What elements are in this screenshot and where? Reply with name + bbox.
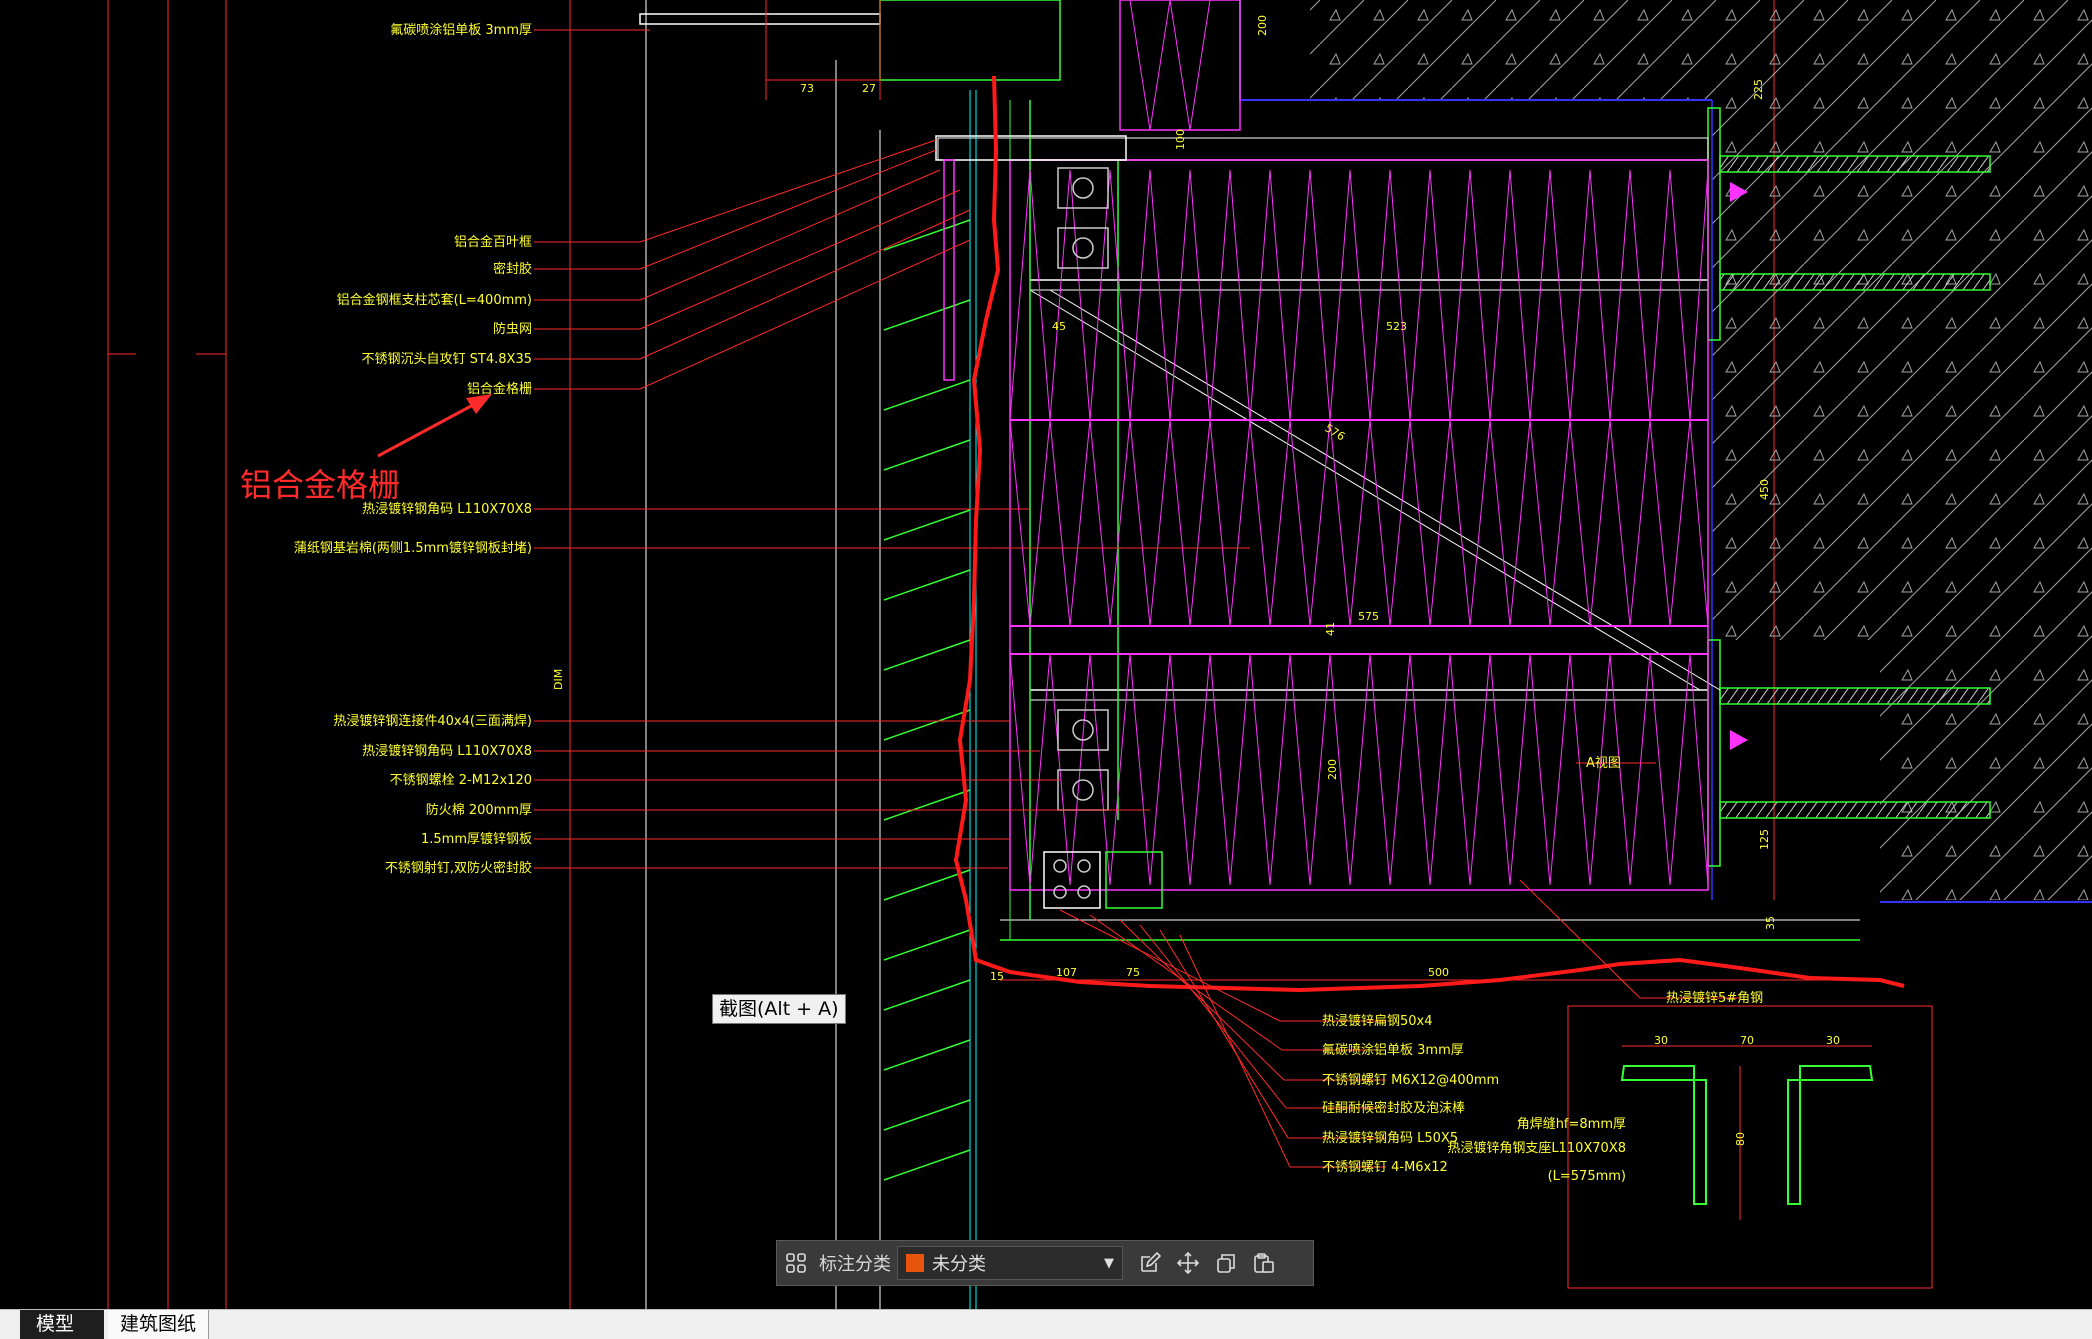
label-aluminum-panel: 氟碳喷涂铝单板 3mm厚 [390,22,532,38]
label-frame-sleeve: 铝合金钢框支柱芯套(L=400mm) [337,292,532,308]
dim-125: 125 [1758,829,1771,850]
label-angle-l50: 热浸镀锌钢角码 L50X5 [1322,1130,1458,1146]
label-fillet-weld: 角焊缝hf=8mm厚 [1517,1116,1626,1132]
label-shot-nail: 不锈钢射钉,双防火密封胶 [385,860,532,876]
dim-73: 73 [800,82,814,95]
chevron-down-icon: ▼ [1104,1255,1114,1271]
label-steel-sheet: 1.5mm厚镀锌钢板 [421,831,532,847]
label-aluminum-panel-2: 氟碳喷涂铝单板 3mm厚 [1322,1042,1464,1058]
detail-dim-80: 80 [1734,1132,1747,1146]
label-a-view: A视图 [1586,756,1621,771]
label-length: (L=575mm) [1548,1169,1626,1184]
cad-drawing-canvas[interactable]: 73 27 45 523 576 575 200 107 75 500 225 … [0,0,2092,1309]
labels-left: 氟碳喷涂铝单板 3mm厚 铝合金百叶框 密封胶 铝合金钢框支柱芯套(L=400m… [294,22,532,876]
detail-dim-30a: 30 [1654,1034,1668,1047]
label-insect-mesh: 防虫网 [493,321,532,337]
concrete-wall [1239,0,2092,903]
dim-100: 100 [1174,129,1187,150]
detail-box: 30 70 30 80 角焊缝hf=8mm厚 热浸镀锌角钢支座L110X70X8… [1447,1005,1933,1289]
label-connector: 热浸镀锌钢连接件40x4(三面满焊) [333,713,532,729]
annotation-category-select[interactable]: 未分类 ▼ [897,1246,1123,1280]
dim-75: 75 [1126,966,1140,979]
edit-icon[interactable] [1131,1244,1169,1282]
dim-575: 575 [1358,610,1379,623]
tab-architectural-drawing[interactable]: 建筑图纸 [108,1310,210,1339]
dim-523: 523 [1386,320,1407,333]
copy-icon[interactable] [1207,1244,1245,1282]
label-sealant: 密封胶 [493,261,532,277]
label-bolt: 不锈钢螺栓 2-M12x120 [390,773,532,788]
move-icon[interactable] [1169,1244,1207,1282]
dim-27: 27 [862,82,876,95]
label-angle-support: 热浸镀锌角钢支座L110X70X8 [1447,1140,1626,1156]
red-annotation: 铝合金格栅 [240,394,492,504]
dim-450: 450 [1758,479,1771,500]
label-screw: 不锈钢沉头自攻钉 ST4.8X35 [362,352,532,367]
dim-label-v: DIM [552,669,565,690]
dim-15: 15 [990,970,1004,983]
layout-tab-bar: 模型 建筑图纸 [0,1309,2092,1339]
annotation-toolbar: 标注分类 未分类 ▼ [776,1240,1314,1286]
label-louvre-frame: 铝合金百叶框 [454,234,532,250]
dim-41: 41 [1324,622,1337,636]
label-angle-5: 热浸镀锌5#角钢 [1666,990,1763,1006]
label-fire-wool: 防火棉 200mm厚 [426,802,532,818]
annotation-category-label: 标注分类 [819,1254,891,1275]
leader-lines-left [534,29,1250,869]
dim-225: 225 [1752,79,1765,100]
dim-500: 500 [1428,966,1449,979]
screenshot-tooltip: 截图(Alt + A) [712,994,846,1024]
dim-200b: 200 [1326,759,1339,780]
dim-200: 200 [1256,15,1269,36]
label-rock-wool: 蒲纸钢基岩棉(两侧1.5mm镀锌钢板封堵) [294,540,532,556]
category-color-swatch [906,1254,924,1272]
label-screw-m6: 不锈钢螺钉 M6X12@400mm [1322,1073,1499,1088]
paste-icon[interactable] [1245,1244,1283,1282]
dim-35: 35 [1764,916,1777,930]
detail-dim-70: 70 [1740,1034,1754,1047]
tab-model[interactable]: 模型 [20,1310,105,1339]
labels-bottom: 热浸镀锌扁钢50x4 氟碳喷涂铝单板 3mm厚 不锈钢螺钉 M6X12@400m… [1322,756,1763,1175]
label-grille: 铝合金格栅 [467,381,532,397]
label-angle-2: 热浸镀锌钢角码 L110X70X8 [362,743,532,759]
detail-dim-30b: 30 [1826,1034,1840,1047]
label-flat-steel: 热浸镀锌扁钢50x4 [1322,1013,1433,1029]
dim-45: 45 [1052,320,1066,333]
category-selected-value: 未分类 [932,1254,986,1275]
dim-576: 576 [1322,421,1347,443]
label-screw-4m6: 不锈钢螺钉 4-M6x12 [1322,1160,1448,1175]
annotation-text: 铝合金格栅 [240,466,400,504]
grid-icon[interactable] [777,1244,815,1282]
label-sealant-rod: 硅酮耐候密封胶及泡沫棒 [1322,1100,1465,1116]
